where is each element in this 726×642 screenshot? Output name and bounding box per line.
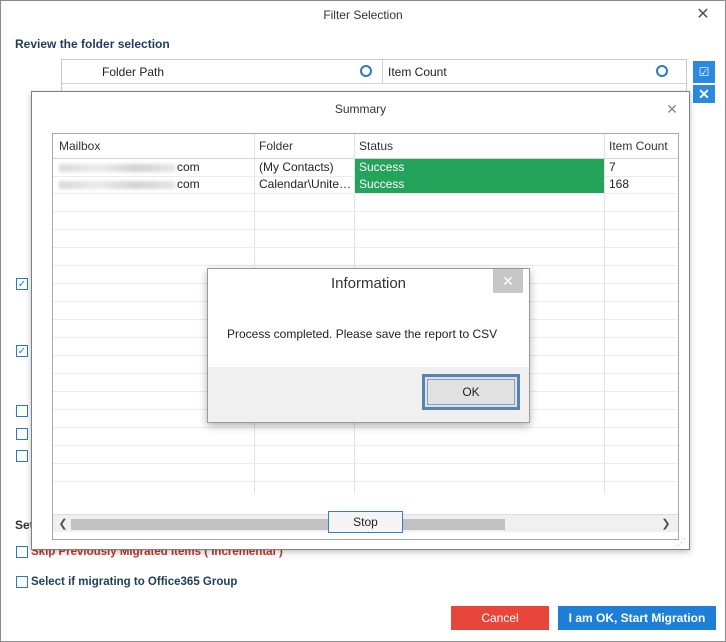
close-icon[interactable]: ✕ <box>693 5 713 25</box>
check-icon: ☑ <box>698 65 710 79</box>
redacted-mailbox <box>59 181 175 189</box>
row-divider <box>53 229 678 230</box>
mailbox-cell: com <box>177 177 200 191</box>
folder-grid-header: Folder Path Item Count <box>62 60 686 84</box>
summary-title: Summary <box>334 102 387 116</box>
row-divider <box>53 211 678 212</box>
start-migration-button[interactable]: I am OK, Start Migration <box>558 606 716 630</box>
filter-icon[interactable] <box>656 65 668 77</box>
cancel-button[interactable]: Cancel <box>451 606 549 630</box>
close-icon: ✕ <box>698 86 710 102</box>
status-cell: Success <box>355 176 604 193</box>
option-checkbox[interactable]: ✓ <box>16 278 28 290</box>
mailbox-header[interactable]: Mailbox <box>59 134 100 158</box>
dialog-message: Process completed. Please save the repor… <box>227 327 498 341</box>
column-divider <box>382 60 383 84</box>
scroll-right-icon[interactable]: ❯ <box>660 515 672 533</box>
dialog-body: Process completed. Please save the repor… <box>208 299 529 367</box>
redacted-mailbox <box>59 164 175 172</box>
stop-button[interactable]: Stop <box>328 511 403 533</box>
scroll-left-icon[interactable]: ❮ <box>57 515 69 533</box>
filter-icon[interactable] <box>360 65 372 77</box>
row-divider <box>53 247 678 248</box>
review-folder-heading: Review the folder selection <box>15 37 170 51</box>
information-dialog: Information ✕ Process completed. Please … <box>207 268 530 423</box>
ok-button[interactable]: OK <box>422 374 520 410</box>
row-divider <box>53 427 678 428</box>
close-icon[interactable]: ✕ <box>663 100 681 118</box>
row-divider <box>53 463 678 464</box>
item-count-header[interactable]: Item Count <box>609 134 668 158</box>
table-row[interactable]: com (My Contacts) Success 7 <box>53 159 678 176</box>
dialog-title: Information <box>330 275 407 292</box>
skip-migrated-checkbox[interactable] <box>16 546 28 558</box>
row-divider <box>53 445 678 446</box>
check-all-button[interactable]: ☑ <box>693 61 715 83</box>
option-checkbox[interactable] <box>16 428 28 440</box>
row-divider <box>53 265 678 266</box>
folder-path-header[interactable]: Folder Path <box>102 60 164 84</box>
window-title: Filter Selection <box>323 8 403 22</box>
option-checkbox[interactable] <box>16 405 28 417</box>
folder-header[interactable]: Folder <box>259 134 293 158</box>
office365-group-checkbox[interactable] <box>16 576 28 588</box>
row-divider <box>53 481 678 482</box>
focus-ring <box>427 379 515 405</box>
mailbox-cell: com <box>177 160 200 174</box>
row-divider <box>53 193 678 194</box>
clear-all-button[interactable]: ✕ <box>693 85 715 103</box>
item-count-cell: 168 <box>609 177 630 191</box>
resize-grip-icon[interactable]: ⋰ <box>677 537 687 547</box>
scrollbar-thumb[interactable] <box>71 519 505 530</box>
close-icon[interactable]: ✕ <box>493 269 523 293</box>
item-count-cell: 7 <box>609 160 616 174</box>
dialog-titlebar: Information ✕ <box>208 269 529 299</box>
status-header[interactable]: Status <box>359 134 393 158</box>
folder-cell: (My Contacts) <box>259 160 334 174</box>
status-cell: Success <box>355 159 604 176</box>
table-row[interactable]: com Calendar\Unite… Success 168 <box>53 176 678 193</box>
folder-cell: Calendar\Unite… <box>259 177 351 191</box>
option-checkbox[interactable]: ✓ <box>16 345 28 357</box>
item-count-header[interactable]: Item Count <box>388 60 447 84</box>
option-checkbox[interactable] <box>16 450 28 462</box>
office365-group-label: Select if migrating to Office365 Group <box>31 576 238 588</box>
